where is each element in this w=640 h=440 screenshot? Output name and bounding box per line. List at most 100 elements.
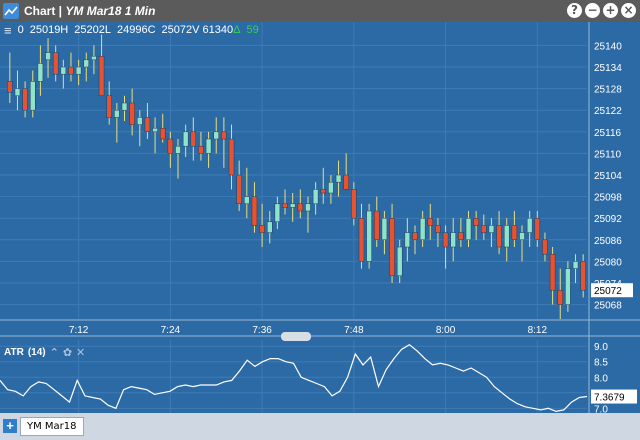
price-tick-label: 25098 [594,193,622,204]
atr-label: ATR [4,347,24,358]
hamburger-icon[interactable]: ≡ [4,24,12,37]
candle-up [182,131,189,147]
maximize-button[interactable]: + [603,3,618,18]
price-tick-label: 25134 [594,63,622,74]
candle-up [14,88,21,97]
window-symbol-title: YM Mar18 1 Min [65,4,156,18]
candle-down [412,232,418,241]
window-title: Chart | YM Mar18 1 Min [24,4,155,18]
candle-up [75,66,82,75]
candle-down [534,217,541,241]
candle-up [114,109,120,118]
candle-down [549,253,556,291]
candle-up [396,246,403,277]
time-tick-label: 7:24 [161,325,181,336]
candle-down [228,138,235,176]
price-tick-label: 25104 [594,171,622,182]
candle-down [282,203,288,208]
candle-up [381,217,388,241]
chart-canvas[interactable]: 25140 25134 25128 25122 25116 25110 25104 25098… [0,22,640,413]
time-tick-label: 7:48 [344,325,364,336]
candle-up [503,225,510,248]
candle-down [442,232,449,248]
candle-down [557,289,563,305]
candle-up [175,145,181,154]
plus-icon[interactable]: + [3,419,17,433]
candle-down [458,232,464,241]
candle-down [190,131,197,147]
close-button[interactable]: × [621,3,636,18]
candle-up [30,81,36,111]
panel-resize-handle[interactable] [281,332,311,341]
candle-up [205,138,212,154]
candle-down [358,217,365,262]
candle-up [328,181,334,194]
candle-down [259,225,265,233]
price-tick-label: 25116 [594,128,622,139]
candle-down [435,225,441,233]
candle-down [167,138,174,154]
close-icon[interactable]: ✕ [76,346,85,359]
candle-up [404,232,411,248]
candle-down [542,239,548,255]
minimize-button[interactable]: − [585,3,600,18]
atr-tick-label: 7.0 [594,404,608,413]
atr-tick-label: 8.5 [594,358,608,369]
quote-last: 25072V [161,24,200,36]
candle-down [221,131,227,140]
last-price-label: 25072 [594,286,622,297]
candle-down [389,217,395,277]
candle-down [22,88,28,111]
quote-volume: 25072V 61340Δ [162,24,241,36]
candle-down [52,52,59,75]
time-tick-label: 8:00 [436,325,456,336]
quote-change: 59 [246,24,259,36]
collapse-icon[interactable]: ⌃ [50,346,59,359]
candle-up [213,131,219,140]
help-button[interactable]: ? [567,3,582,18]
candle-up [244,196,250,205]
candle-down [297,203,304,212]
candle-down [496,225,502,248]
price-tick-label: 25140 [594,41,622,52]
candle-down [198,145,204,154]
candle-up [526,217,533,233]
candle-up [335,174,342,183]
candle-up [91,55,97,61]
price-tick-label: 25080 [594,257,622,268]
symbol-tab-bar: + YM Mar18 [0,413,640,440]
price-tick-label: 25110 [594,149,622,160]
candle-up [488,225,495,233]
candle-up [465,217,472,241]
price-tick-label: 25068 [594,301,622,312]
atr-period: (14) [27,347,46,358]
candle-down [68,66,74,75]
candle-down [159,127,166,140]
candle-up [45,52,51,61]
settings-icon[interactable]: ✿ [63,346,72,359]
price-tick-label: 25128 [594,85,622,96]
candle-up [274,203,281,223]
tab-ym-mar18[interactable]: YM Mar18 [20,417,84,436]
atr-series-line [0,343,588,413]
candle-up [419,217,426,241]
candle-down [580,261,586,291]
candle-up [305,203,311,212]
candle-down [343,174,349,190]
price-tick-label: 25122 [594,106,622,117]
candle-up [137,117,143,125]
candle-up [266,221,273,233]
candle-up [121,102,128,111]
atr-header: ATR (14) ⌃ ✿ ✕ [4,346,85,359]
time-tick-label: 8:12 [528,325,548,336]
candle-down [251,196,258,226]
candle-down [374,210,380,241]
window-title-label: Chart [24,4,56,18]
atr-tick-label: 8.0 [594,373,608,384]
candle-up [37,63,44,82]
candle-down [144,117,151,133]
time-tick-label: 7:12 [69,325,89,336]
candle-up [83,59,90,68]
window-title-separator: | [55,4,66,18]
candle-up [450,232,456,248]
